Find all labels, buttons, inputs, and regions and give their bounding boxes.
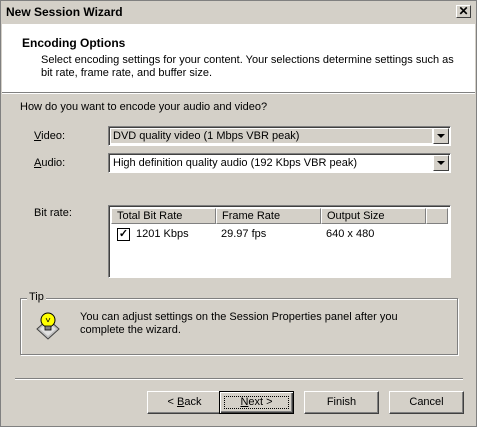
tip-group: Tip You can adjust settings on the Sessi… bbox=[20, 291, 458, 355]
title-bar: New Session Wizard ✕ bbox=[1, 1, 476, 23]
header-divider bbox=[2, 92, 475, 94]
cancel-button[interactable]: Cancel bbox=[389, 391, 464, 414]
back-button[interactable]: < Back bbox=[147, 391, 222, 414]
video-select-value: DVD quality video (1 Mbps VBR peak) bbox=[111, 129, 432, 143]
wizard-window: New Session Wizard ✕ Encoding Options Se… bbox=[0, 0, 477, 427]
column-filler bbox=[426, 208, 448, 224]
chevron-down-icon[interactable] bbox=[433, 155, 449, 171]
audio-select[interactable]: High definition quality audio (192 Kbps … bbox=[108, 153, 451, 173]
video-select[interactable]: DVD quality video (1 Mbps VBR peak) bbox=[108, 126, 451, 146]
wizard-header: Encoding Options Select encoding setting… bbox=[2, 24, 475, 92]
next-button[interactable]: Next > bbox=[219, 391, 294, 414]
tip-legend: Tip bbox=[27, 291, 46, 303]
column-frame-rate[interactable]: Frame Rate bbox=[216, 208, 321, 224]
tip-text: You can adjust settings on the Session P… bbox=[80, 311, 398, 336]
lightbulb-icon bbox=[36, 312, 60, 340]
list-header: Total Bit Rate Frame Rate Output Size bbox=[111, 208, 448, 224]
audio-label: Audio: bbox=[34, 157, 66, 169]
column-total-bit-rate[interactable]: Total Bit Rate bbox=[111, 208, 216, 224]
video-label: Video: bbox=[34, 130, 65, 142]
table-row[interactable]: ✓ 1201 Kbps 29.97 fps 640 x 480 bbox=[111, 225, 448, 243]
chevron-down-icon[interactable] bbox=[433, 128, 449, 144]
cell-frame-rate: 29.97 fps bbox=[221, 228, 267, 240]
column-output-size[interactable]: Output Size bbox=[321, 208, 426, 224]
cell-total-bit-rate: 1201 Kbps bbox=[136, 228, 189, 240]
finish-button[interactable]: Finish bbox=[304, 391, 379, 414]
close-icon: ✕ bbox=[458, 4, 469, 18]
encode-question: How do you want to encode your audio and… bbox=[20, 101, 268, 113]
window-title: New Session Wizard bbox=[6, 5, 123, 19]
audio-select-value: High definition quality audio (192 Kbps … bbox=[113, 157, 357, 169]
bitrate-label: Bit rate: bbox=[34, 207, 72, 219]
cell-output-size: 640 x 480 bbox=[326, 228, 375, 240]
footer-divider bbox=[15, 378, 463, 380]
page-title: Encoding Options bbox=[22, 36, 126, 50]
close-button[interactable]: ✕ bbox=[456, 5, 471, 18]
row-checkbox[interactable]: ✓ bbox=[117, 228, 130, 241]
page-description: Select encoding settings for your conten… bbox=[41, 54, 454, 79]
bitrate-list[interactable]: Total Bit Rate Frame Rate Output Size ✓ … bbox=[108, 205, 451, 278]
